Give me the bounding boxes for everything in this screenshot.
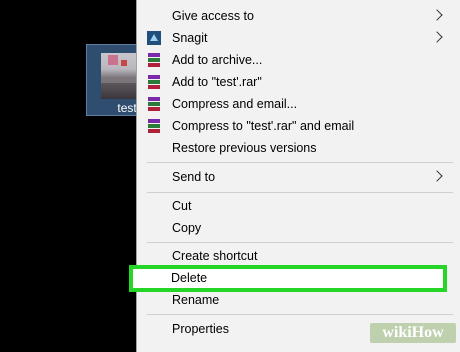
menu-item-rename[interactable]: Rename [137,290,460,312]
menu-item-add-to-archive[interactable]: Add to archive... [137,50,460,72]
winrar-icon [147,75,161,89]
menu-item-compress-and-email[interactable]: Compress and email... [137,94,460,116]
menu-item-label: Add to archive... [172,53,263,67]
menu-item-label: Add to "test'.rar" [172,75,262,89]
thumbnail-detail [121,60,127,66]
menu-separator [147,192,453,193]
menu-item-label: Give access to [172,9,254,23]
menu-item-label: Cut [172,199,192,213]
menu-item-label: Restore previous versions [172,141,317,155]
menu-item-give-access[interactable]: Give access to [137,6,460,28]
menu-item-label: Copy [172,221,202,235]
menu-item-snagit[interactable]: Snagit [137,28,460,50]
winrar-icon [147,97,161,111]
menu-item-copy[interactable]: Copy [137,218,460,240]
menu-separator [147,242,453,243]
snagit-icon [147,31,161,45]
menu-item-add-to-rar[interactable]: Add to "test'.rar" [137,72,460,94]
menu-separator [147,314,453,315]
menu-item-label: Create shortcut [172,249,258,263]
chevron-right-icon [431,31,443,43]
menu-item-label: Rename [172,293,220,307]
menu-item-delete[interactable]: Delete [129,265,447,292]
winrar-icon [147,119,161,133]
menu-item-label: Snagit [172,31,208,45]
thumbnail-detail [101,77,137,83]
winrar-icon [147,53,161,67]
menu-item-label: Compress to "test'.rar" and email [172,119,355,133]
chevron-right-icon [431,9,443,21]
image-thumbnail [101,53,137,99]
thumbnail-detail [108,55,118,65]
file-name-label: test' [117,101,139,115]
menu-item-restore-previous-versions[interactable]: Restore previous versions [137,138,460,160]
desktop-file-icon[interactable]: test' [86,44,140,116]
menu-item-label: Compress and email... [172,97,298,111]
menu-item-label: Delete [171,271,208,285]
menu-item-label: Properties [172,322,229,336]
menu-separator [147,162,453,163]
menu-item-compress-to-rar-and-email[interactable]: Compress to "test'.rar" and email [137,116,460,138]
wikihow-watermark: wikiHow [370,323,456,343]
context-menu: Give access to Snagit Add to archive... [136,0,460,352]
menu-item-send-to[interactable]: Send to [137,167,460,189]
chevron-right-icon [431,170,443,182]
menu-item-label: Send to [172,170,216,184]
menu-item-cut[interactable]: Cut [137,196,460,218]
